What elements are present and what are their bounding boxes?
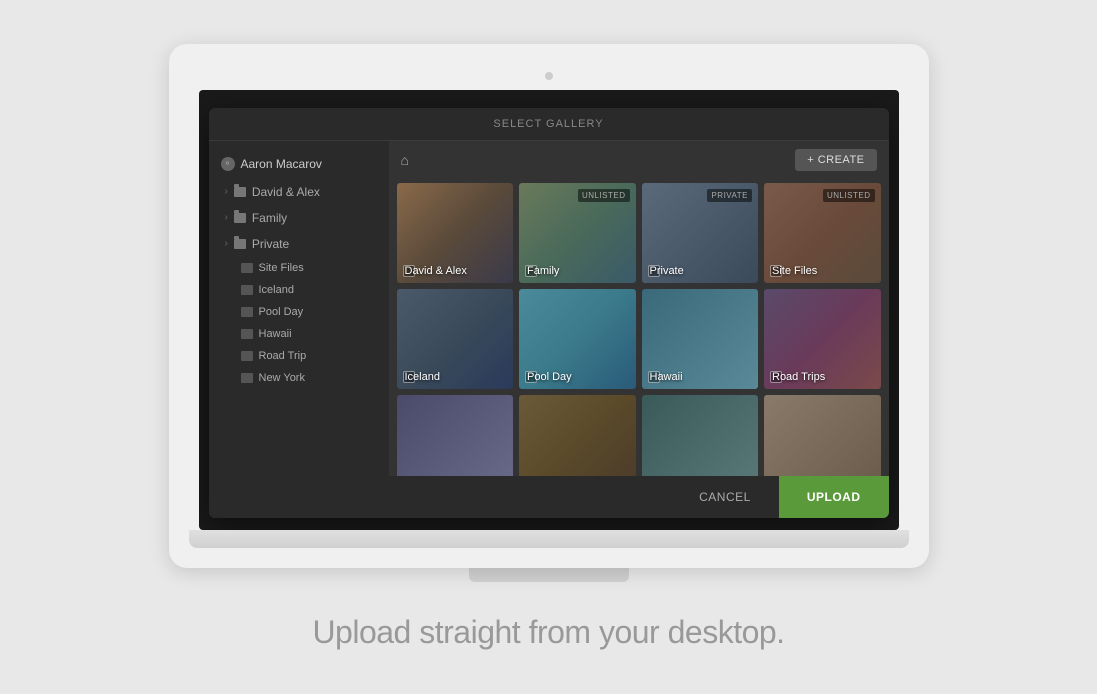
sidebar-item-david-alex[interactable]: › David & Alex (209, 179, 389, 205)
gallery-item[interactable]: Amazing Bridges (519, 395, 636, 476)
home-icon[interactable]: ⌂ (401, 152, 409, 168)
username: Aaron Macarov (241, 157, 322, 171)
sidebar-label: David & Alex (252, 185, 320, 199)
sidebar-item-site-files[interactable]: Site Files (209, 257, 389, 279)
unlisted-badge: UNLISTED (823, 189, 875, 202)
gallery-main: ⌂ + CREATE David & Alex (389, 141, 889, 476)
sidebar-item-new-york[interactable]: New York (209, 367, 389, 389)
dialog-body: ⚬ Aaron Macarov › David & Alex › Family (209, 141, 889, 476)
create-button[interactable]: + CREATE (795, 149, 876, 171)
chevron-icon: › (225, 238, 228, 249)
sidebar-item-private[interactable]: › Private (209, 231, 389, 257)
sidebar-label: Hawaii (259, 328, 292, 340)
gallery-item-label: Iceland (405, 371, 440, 383)
sidebar-item-pool-day[interactable]: Pool Day (209, 301, 389, 323)
gallery-item[interactable]: UNLISTED Family (519, 183, 636, 283)
dialog-title: SELECT GALLERY (209, 108, 889, 141)
photo-icon (241, 285, 253, 295)
gallery-item[interactable]: New York (397, 395, 514, 476)
upload-button[interactable]: UPLOAD (779, 476, 889, 518)
gallery-item[interactable]: UNLISTED Site Files (764, 183, 881, 283)
sidebar-label: Road Trip (259, 350, 307, 362)
folder-icon (234, 213, 246, 223)
dialog-footer: CANCEL UPLOAD (209, 476, 889, 518)
sidebar-item-iceland[interactable]: Iceland (209, 279, 389, 301)
photo-icon (241, 263, 253, 273)
folder-icon (234, 187, 246, 197)
laptop-container: SELECT GALLERY ⚬ Aaron Macarov › David &… (169, 44, 929, 582)
camera-dot (545, 72, 553, 80)
gallery-item[interactable]: San Francisco (642, 395, 759, 476)
private-badge: PRIVATE (707, 189, 752, 202)
laptop-stand (469, 568, 629, 582)
cancel-button[interactable]: CANCEL (671, 476, 779, 518)
sidebar-user: ⚬ Aaron Macarov (209, 149, 389, 179)
laptop-body: SELECT GALLERY ⚬ Aaron Macarov › David &… (169, 44, 929, 568)
gallery-item[interactable]: Iceland (397, 289, 514, 389)
gallery-item[interactable]: Road Trips (764, 289, 881, 389)
gallery-item-label: Road Trips (772, 371, 825, 383)
sidebar-item-family[interactable]: › Family (209, 205, 389, 231)
gallery-item[interactable]: PRIVATE Private (642, 183, 759, 283)
select-gallery-dialog: SELECT GALLERY ⚬ Aaron Macarov › David &… (209, 108, 889, 518)
user-icon: ⚬ (221, 157, 235, 171)
sidebar: ⚬ Aaron Macarov › David & Alex › Family (209, 141, 389, 476)
gallery-item-label: Family (527, 265, 559, 277)
content-toolbar: ⌂ + CREATE (389, 141, 889, 179)
folder-icon (234, 239, 246, 249)
sidebar-label: Site Files (259, 262, 304, 274)
photo-icon (241, 373, 253, 383)
gallery-item[interactable]: Doggies (764, 395, 881, 476)
gallery-item-label: Private (650, 265, 684, 277)
gallery-item[interactable]: Hawaii (642, 289, 759, 389)
gallery-item[interactable]: David & Alex (397, 183, 514, 283)
photo-icon (241, 329, 253, 339)
sidebar-label: Pool Day (259, 306, 304, 318)
photo-icon (241, 351, 253, 361)
gallery-grid: David & Alex UNLISTED Family (389, 179, 889, 476)
sidebar-label: New York (259, 372, 305, 384)
sidebar-label: Iceland (259, 284, 294, 296)
unlisted-badge: UNLISTED (578, 189, 630, 202)
gallery-item-label: David & Alex (405, 265, 467, 277)
sidebar-item-hawaii[interactable]: Hawaii (209, 323, 389, 345)
laptop-base (189, 530, 909, 548)
sidebar-label: Family (252, 211, 287, 225)
chevron-icon: › (225, 186, 228, 197)
chevron-icon: › (225, 212, 228, 223)
tagline: Upload straight from your desktop. (312, 614, 784, 651)
sidebar-label: Private (252, 237, 289, 251)
gallery-item-label: Site Files (772, 265, 817, 277)
sidebar-item-road-trip[interactable]: Road Trip (209, 345, 389, 367)
photo-icon (241, 307, 253, 317)
laptop-screen: SELECT GALLERY ⚬ Aaron Macarov › David &… (199, 90, 899, 530)
gallery-item-label: Pool Day (527, 371, 572, 383)
gallery-item-label: Hawaii (650, 371, 683, 383)
gallery-item[interactable]: Pool Day (519, 289, 636, 389)
